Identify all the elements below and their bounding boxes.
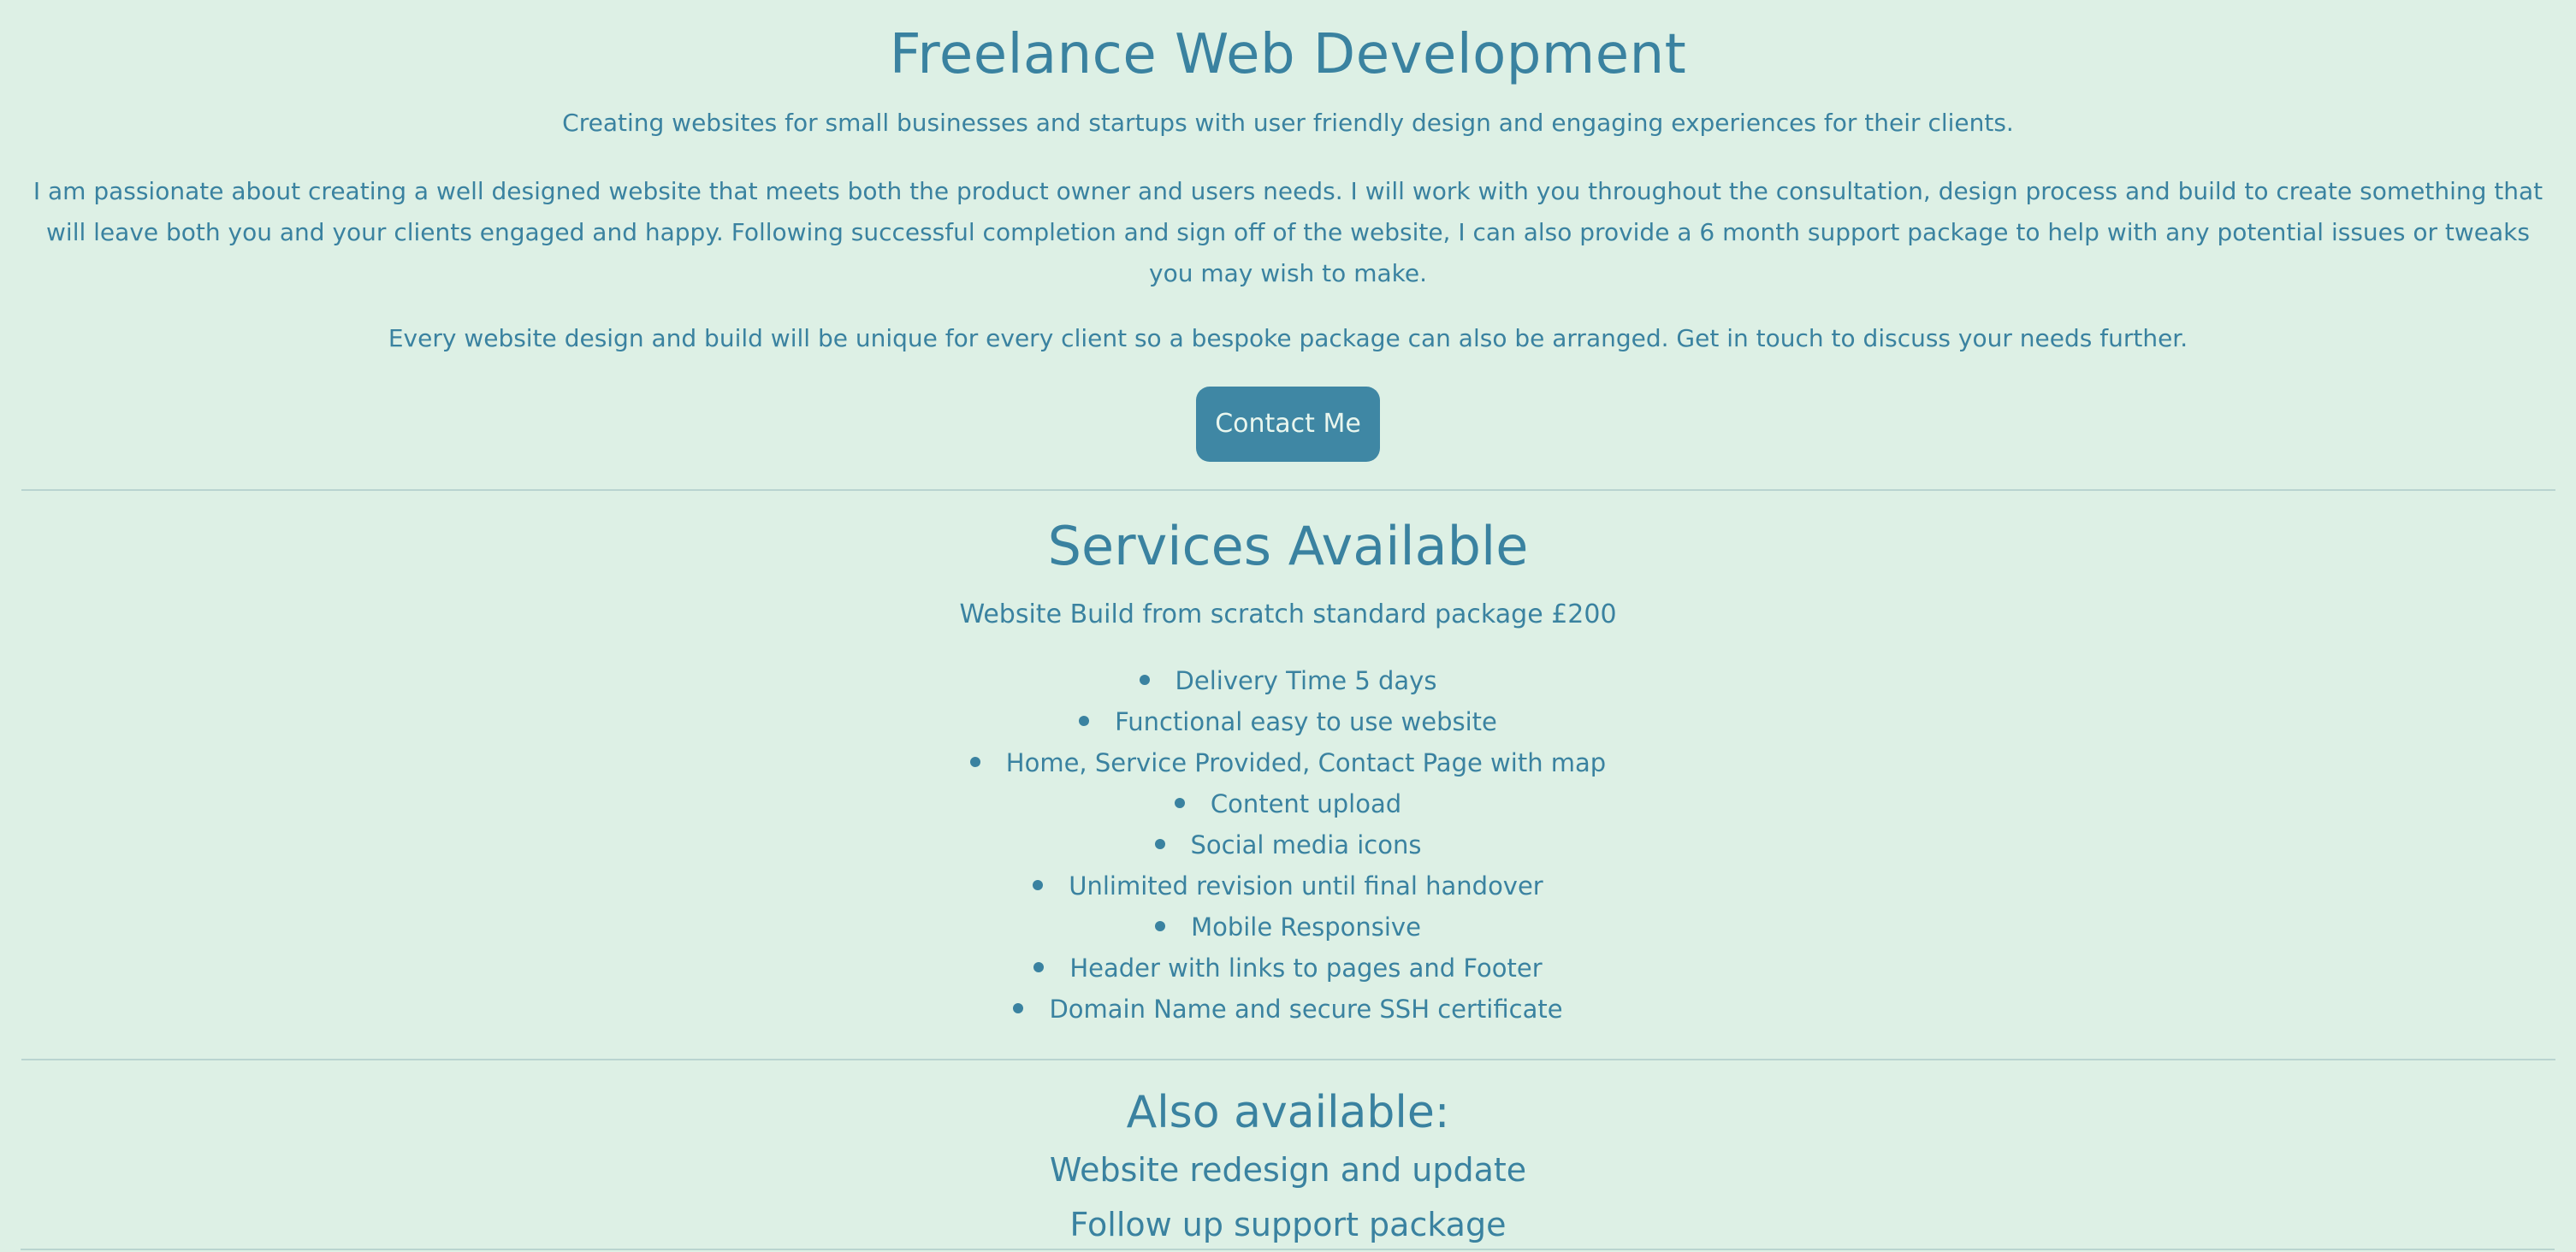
page-title: Freelance Web Development <box>889 23 1687 86</box>
bullet-icon <box>1154 839 1165 849</box>
feature-label: Header with links to pages and Footer <box>1069 954 1543 983</box>
bullet-icon <box>1174 798 1185 808</box>
section-divider <box>21 489 2555 491</box>
bullet-icon <box>969 757 980 767</box>
list-item: Domain Name and secure SSH certificate <box>0 989 2576 1030</box>
list-item: Unlimited revision until final handover <box>0 865 2576 907</box>
list-item: Social media icons <box>0 824 2576 865</box>
list-item: Content upload <box>0 783 2576 824</box>
list-item: Mobile Responsive <box>0 907 2576 948</box>
services-title: Services Available <box>1047 515 1529 577</box>
bullet-icon <box>1139 675 1150 685</box>
feature-label: Mobile Responsive <box>1191 912 1421 942</box>
bullet-icon <box>1079 716 1090 726</box>
list-item: Functional easy to use website <box>0 701 2576 742</box>
intro-paragraph: I am passionate about creating a well de… <box>33 177 2543 287</box>
package-description: Website Build from scratch standard pack… <box>959 599 1617 629</box>
feature-label: Delivery Time 5 days <box>1175 666 1437 695</box>
contact-me-button[interactable]: Contact Me <box>1196 387 1380 462</box>
feature-label: Unlimited revision until final handover <box>1069 871 1543 901</box>
also-available-title: Also available: <box>1126 1087 1450 1138</box>
section-divider <box>21 1059 2555 1060</box>
feature-label: Home, Service Provided, Contact Page wit… <box>1005 748 1607 777</box>
features-list: Delivery Time 5 days Functional easy to … <box>0 660 2576 1030</box>
list-item: Home, Service Provided, Contact Page wit… <box>0 742 2576 783</box>
footer-divider <box>21 1249 2555 1250</box>
feature-label: Social media icons <box>1190 830 1422 859</box>
list-item: Delivery Time 5 days <box>0 660 2576 701</box>
also-item-support: Follow up support package <box>1069 1206 1507 1243</box>
bullet-icon <box>1155 921 1166 931</box>
bullet-icon <box>1033 962 1045 972</box>
bullet-icon <box>1033 880 1044 890</box>
list-item: Header with links to pages and Footer <box>0 948 2576 989</box>
also-item-redesign: Website redesign and update <box>1049 1151 1527 1189</box>
feature-label: Functional easy to use website <box>1115 707 1497 736</box>
feature-label: Content upload <box>1210 789 1402 818</box>
bullet-icon <box>1013 1003 1024 1013</box>
bespoke-paragraph: Every website design and build will be u… <box>388 324 2188 352</box>
feature-label: Domain Name and secure SSH certificate <box>1049 995 1563 1024</box>
tagline: Creating websites for small businesses a… <box>562 109 2014 137</box>
